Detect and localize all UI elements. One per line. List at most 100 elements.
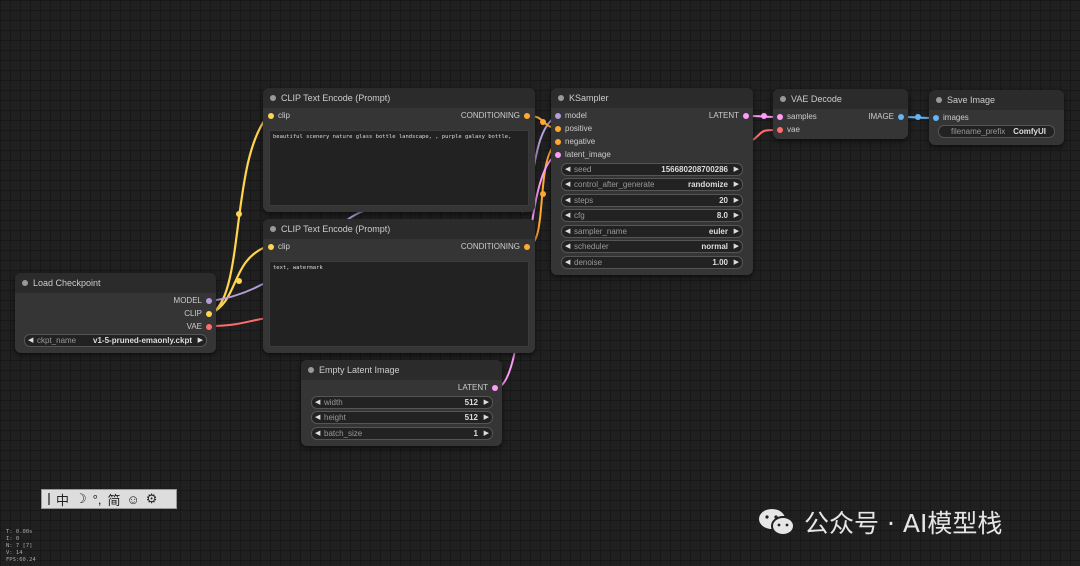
chinese-mode-icon[interactable]: 中 [56, 490, 69, 509]
collapse-dot-icon[interactable] [270, 95, 276, 101]
increment-arrow-icon[interactable]: ▶ [734, 257, 739, 268]
output-slot-model[interactable]: MODEL [174, 295, 212, 307]
simplified-icon[interactable]: 简 [107, 490, 120, 509]
decrement-arrow-icon[interactable]: ◀ [565, 226, 570, 237]
widget-width[interactable]: ◀ width 512 ▶ [311, 396, 493, 409]
clip-pin-icon[interactable] [268, 244, 274, 250]
node-title[interactable]: CLIP Text Encode (Prompt) [263, 88, 535, 108]
decrement-arrow-icon[interactable]: ◀ [315, 428, 320, 439]
collapse-dot-icon[interactable] [936, 97, 942, 103]
stat-line: T: 0.00s [6, 529, 33, 535]
ksampler-node[interactable]: KSampler model positive negative latent_… [551, 88, 753, 275]
increment-arrow-icon[interactable]: ▶ [484, 397, 489, 408]
output-slot-latent[interactable]: LATENT [458, 382, 498, 394]
collapse-dot-icon[interactable] [558, 95, 564, 101]
input-slot-negative[interactable]: negative [555, 136, 595, 148]
output-slot-image[interactable]: IMAGE [868, 111, 904, 123]
input-slot-clip[interactable]: clip [268, 110, 290, 122]
image-pin-icon[interactable] [933, 115, 939, 121]
vae-pin-icon[interactable] [777, 127, 783, 133]
input-slot-positive[interactable]: positive [555, 123, 592, 135]
input-slot-latent-image[interactable]: latent_image [555, 149, 611, 161]
conditioning-pin-icon[interactable] [555, 126, 561, 132]
widget-filename-prefix[interactable]: filename_prefix ComfyUI [938, 125, 1055, 138]
output-slot-clip[interactable]: CLIP [184, 308, 212, 320]
drag-handle-icon[interactable] [48, 493, 50, 505]
input-slot-images[interactable]: images [933, 112, 969, 124]
save-image-node[interactable]: Save Image images filename_prefix ComfyUI [929, 90, 1064, 145]
collapse-dot-icon[interactable] [780, 96, 786, 102]
node-title[interactable]: CLIP Text Encode (Prompt) [263, 219, 535, 239]
decrement-arrow-icon[interactable]: ◀ [565, 164, 570, 175]
widget-steps[interactable]: ◀ steps 20 ▶ [561, 194, 743, 207]
prompt-textarea[interactable]: text, watermark [269, 261, 529, 347]
clip-text-encode-node-positive[interactable]: CLIP Text Encode (Prompt) clip CONDITION… [263, 88, 535, 212]
settings-gear-icon[interactable]: ⚙ [146, 491, 158, 507]
clip-pin-icon[interactable] [268, 113, 274, 119]
widget-cfg[interactable]: ◀ cfg 8.0 ▶ [561, 209, 743, 222]
increment-arrow-icon[interactable]: ▶ [484, 428, 489, 439]
node-title[interactable]: Save Image [929, 90, 1064, 110]
widget-seed[interactable]: ◀ seed 156680208700286 ▶ [561, 163, 743, 176]
widget-denoise[interactable]: ◀ denoise 1.00 ▶ [561, 256, 743, 269]
increment-arrow-icon[interactable]: ▶ [734, 226, 739, 237]
prompt-textarea[interactable]: beautiful scenery nature glass bottle la… [269, 130, 529, 206]
model-pin-icon[interactable] [555, 113, 561, 119]
widget-sampler-name[interactable]: ◀ sampler_name euler ▶ [561, 225, 743, 238]
input-slot-samples[interactable]: samples [777, 111, 817, 123]
decrement-arrow-icon[interactable]: ◀ [28, 335, 33, 346]
output-slot-conditioning[interactable]: CONDITIONING [461, 110, 530, 122]
widget-scheduler[interactable]: ◀ scheduler normal ▶ [561, 240, 743, 253]
moon-icon[interactable]: ☽ [75, 491, 87, 507]
decrement-arrow-icon[interactable]: ◀ [565, 257, 570, 268]
image-pin-icon[interactable] [898, 114, 904, 120]
collapse-dot-icon[interactable] [308, 367, 314, 373]
emoji-icon[interactable]: ☺ [127, 492, 140, 507]
latent-pin-icon[interactable] [777, 114, 783, 120]
input-slot-model[interactable]: model [555, 110, 587, 122]
latent-pin-icon[interactable] [492, 385, 498, 391]
clip-text-encode-node-negative[interactable]: CLIP Text Encode (Prompt) clip CONDITION… [263, 219, 535, 353]
load-checkpoint-node[interactable]: Load Checkpoint MODEL CLIP VAE ◀ ckpt_nam… [15, 273, 216, 353]
decrement-arrow-icon[interactable]: ◀ [315, 412, 320, 423]
output-slot-latent[interactable]: LATENT [709, 110, 749, 122]
conditioning-pin-icon[interactable] [524, 244, 530, 250]
increment-arrow-icon[interactable]: ▶ [734, 210, 739, 221]
vae-pin-icon[interactable] [206, 324, 212, 330]
decrement-arrow-icon[interactable]: ◀ [565, 210, 570, 221]
punctuation-icon[interactable]: °, [93, 492, 102, 507]
widget-control-after-generate[interactable]: ◀ control_after_generate randomize ▶ [561, 178, 743, 191]
output-slot-conditioning[interactable]: CONDITIONING [461, 241, 530, 253]
widget-batch-size[interactable]: ◀ batch_size 1 ▶ [311, 427, 493, 440]
decrement-arrow-icon[interactable]: ◀ [565, 179, 570, 190]
conditioning-pin-icon[interactable] [555, 139, 561, 145]
increment-arrow-icon[interactable]: ▶ [734, 195, 739, 206]
increment-arrow-icon[interactable]: ▶ [198, 335, 203, 346]
input-slot-vae[interactable]: vae [777, 124, 800, 136]
decrement-arrow-icon[interactable]: ◀ [565, 241, 570, 252]
node-title[interactable]: VAE Decode [773, 89, 908, 109]
empty-latent-image-node[interactable]: Empty Latent Image LATENT ◀ width 512 ▶ ◀ he… [301, 360, 502, 446]
widget-ckpt-name[interactable]: ◀ ckpt_name v1-5-pruned-emaonly.ckpt ▶ [24, 334, 207, 347]
node-title[interactable]: Empty Latent Image [301, 360, 502, 380]
increment-arrow-icon[interactable]: ▶ [734, 164, 739, 175]
increment-arrow-icon[interactable]: ▶ [734, 241, 739, 252]
decrement-arrow-icon[interactable]: ◀ [565, 195, 570, 206]
vae-decode-node[interactable]: VAE Decode samples vae IMAGE [773, 89, 908, 139]
decrement-arrow-icon[interactable]: ◀ [315, 397, 320, 408]
input-slot-clip[interactable]: clip [268, 241, 290, 253]
increment-arrow-icon[interactable]: ▶ [734, 179, 739, 190]
collapse-dot-icon[interactable] [22, 280, 28, 286]
node-title[interactable]: KSampler [551, 88, 753, 108]
latent-pin-icon[interactable] [743, 113, 749, 119]
clip-pin-icon[interactable] [206, 311, 212, 317]
increment-arrow-icon[interactable]: ▶ [484, 412, 489, 423]
conditioning-pin-icon[interactable] [524, 113, 530, 119]
latent-pin-icon[interactable] [555, 152, 561, 158]
model-pin-icon[interactable] [206, 298, 212, 304]
node-title[interactable]: Load Checkpoint [15, 273, 216, 293]
output-slot-vae[interactable]: VAE [187, 321, 212, 333]
widget-height[interactable]: ◀ height 512 ▶ [311, 411, 493, 424]
collapse-dot-icon[interactable] [270, 226, 276, 232]
ime-toolbar[interactable]: 中 ☽ °, 简 ☺ ⚙ [41, 489, 177, 509]
